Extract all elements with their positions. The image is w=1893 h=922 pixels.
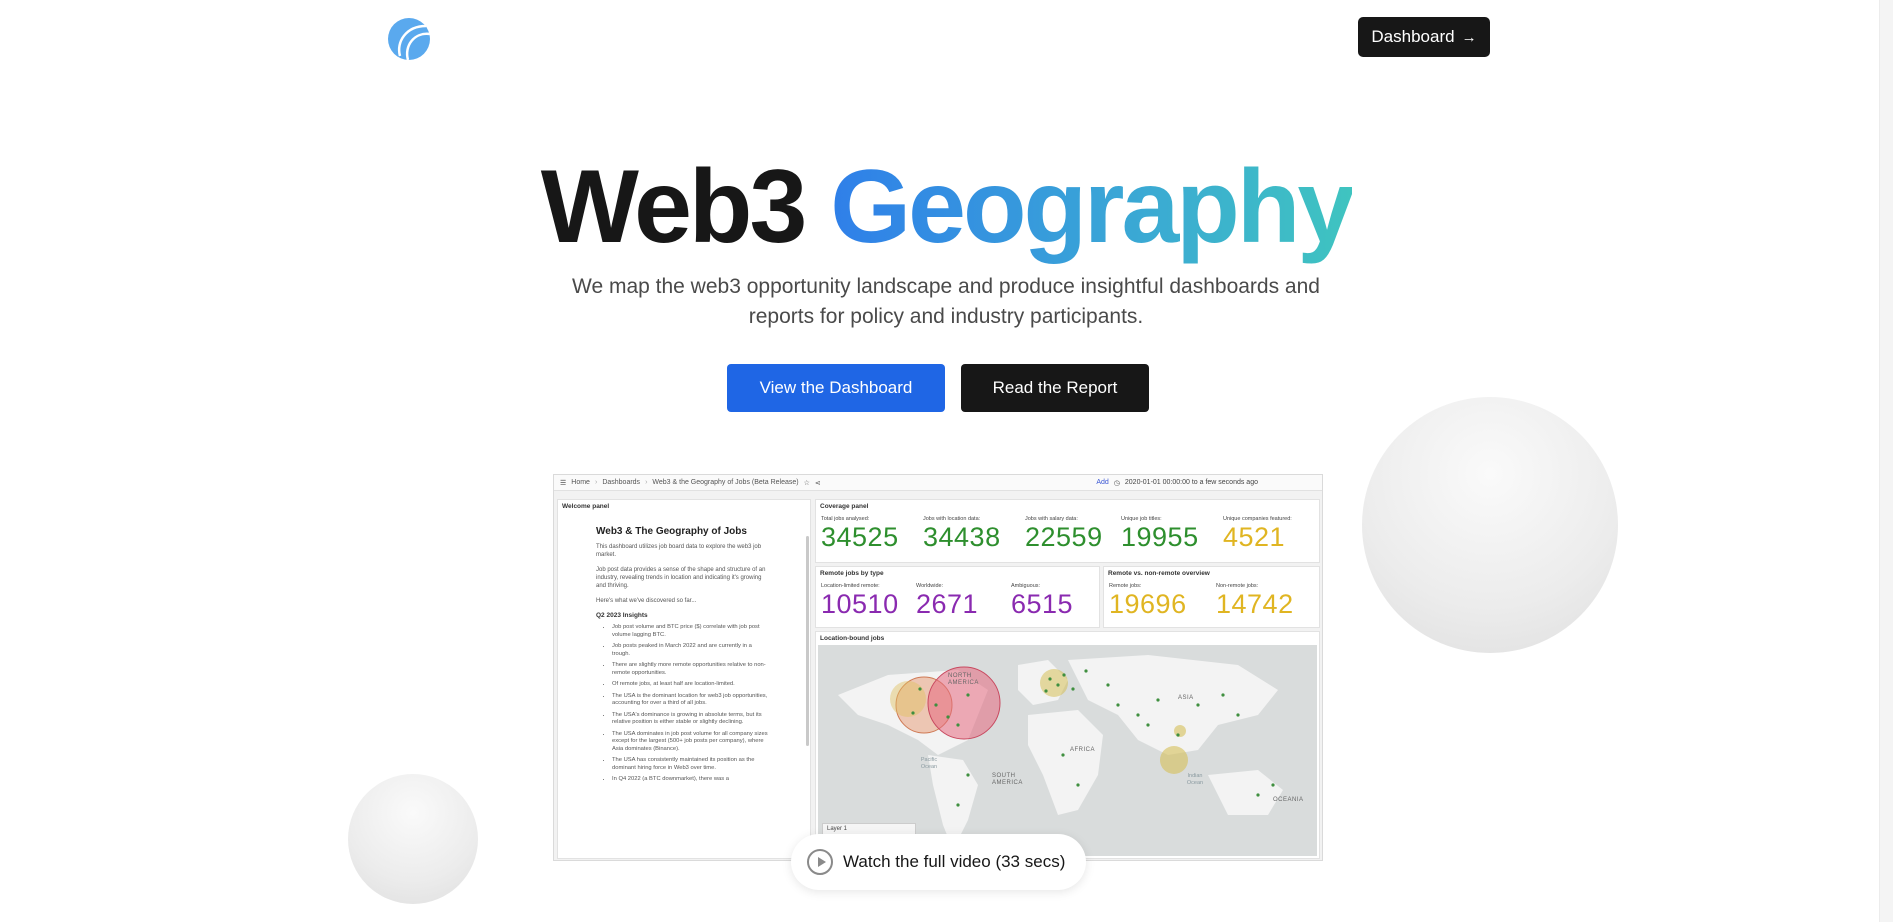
add-label: Add xyxy=(1096,479,1109,486)
map-label-south-america: SOUTH AMERICA xyxy=(992,773,1023,786)
stat-worldwide: Worldwide: 2671 xyxy=(916,583,979,619)
dashboard-preview-image: ☰ Home › Dashboards › Web3 & the Geograp… xyxy=(553,474,1323,861)
breadcrumb-item: Dashboards xyxy=(602,479,641,486)
list-item: Job post volume and BTC price ($) correl… xyxy=(612,624,771,639)
list-item: There are slightly more remote opportuni… xyxy=(612,662,771,677)
share-icon: ⋖ xyxy=(814,479,821,487)
panel-label: Remote vs. non-remote overview xyxy=(1108,570,1210,577)
map-label-indian: Indian Ocean xyxy=(1186,773,1204,786)
insights-heading: Q2 2023 Insights xyxy=(596,612,648,619)
welcome-panel: Welcome panel Web3 & The Geography of Jo… xyxy=(557,499,811,859)
stat-unique-companies: Unique companies featured: 4521 xyxy=(1223,516,1292,552)
title-accent: Geography xyxy=(830,149,1355,265)
map-label-africa: AFRICA xyxy=(1070,747,1096,753)
planet-logo-icon[interactable] xyxy=(386,16,432,62)
welcome-title: Web3 & The Geography of Jobs xyxy=(596,526,747,537)
dashboard-button[interactable]: Dashboard → xyxy=(1358,17,1490,57)
decorative-circle xyxy=(1362,397,1618,653)
stat-total-jobs: Total jobs analysed: 34525 xyxy=(821,516,899,552)
star-icon: ☆ xyxy=(803,479,810,487)
list-item: In Q4 2022 (a BTC downmarket), there was… xyxy=(612,776,771,784)
stat-non-remote: Non-remote jobs: 14742 xyxy=(1216,583,1294,619)
stat-ambiguous: Ambiguous: 6515 xyxy=(1011,583,1074,619)
page-title: Web3 Geography xyxy=(0,155,1893,259)
welcome-text: Job post data provides a sense of the sh… xyxy=(596,567,766,589)
scrollbar[interactable] xyxy=(1879,0,1893,922)
stat-location-limited: Location-limited remote: 10510 xyxy=(821,583,899,619)
panel-label: Remote jobs by type xyxy=(820,570,884,577)
clock-icon: ◷ xyxy=(1113,479,1120,487)
panel-label: Coverage panel xyxy=(820,503,869,510)
list-item: Of remote jobs, at least half are locati… xyxy=(612,681,771,689)
dashboard-button-label: Dashboard xyxy=(1371,27,1455,46)
remote-overview-panel: Remote vs. non-remote overview Remote jo… xyxy=(1103,566,1320,628)
list-item: The USA is the dominant location for web… xyxy=(612,693,771,708)
dashboard-toolbar: ☰ Home › Dashboards › Web3 & the Geograp… xyxy=(554,475,1322,491)
panel-scrollbar xyxy=(806,536,809,746)
stat-salary-jobs: Jobs with salary data: 22559 xyxy=(1025,516,1103,552)
location-panel: Location-bound jobs NORTH AMERICA ASIA A… xyxy=(815,631,1320,859)
time-range: 2020-01-01 00:00:00 to a few seconds ago xyxy=(1124,479,1258,486)
map-label-pacific: Pacific Ocean xyxy=(920,757,938,770)
stat-remote: Remote jobs: 19696 xyxy=(1109,583,1187,619)
menu-icon: ☰ xyxy=(560,479,567,487)
play-circle-icon xyxy=(807,849,833,875)
map-label-oceania: OCEANIA xyxy=(1273,797,1304,803)
watch-video-label: Watch the full video (33 secs) xyxy=(843,852,1066,871)
remote-jobs-panel: Remote jobs by type Location-limited rem… xyxy=(815,566,1100,628)
watch-video-button[interactable]: Watch the full video (33 secs) xyxy=(791,834,1086,890)
map-label-asia: ASIA xyxy=(1178,695,1194,701)
welcome-text: This dashboard utilizes job board data t… xyxy=(596,544,762,558)
panel-label: Location-bound jobs xyxy=(820,635,885,642)
panel-label: Welcome panel xyxy=(562,503,610,510)
insights-list: Job post volume and BTC price ($) correl… xyxy=(596,624,771,784)
stat-location-jobs: Jobs with location data: 34438 xyxy=(923,516,1001,552)
map-label-north-america: NORTH AMERICA xyxy=(948,673,979,686)
breadcrumb-item: Home xyxy=(571,479,590,486)
coverage-panel: Coverage panel Total jobs analysed: 3452… xyxy=(815,499,1320,563)
list-item: The USA has consistently maintained its … xyxy=(612,757,771,772)
decorative-circle xyxy=(348,774,478,904)
list-item: Job posts peaked in March 2022 and are c… xyxy=(612,643,771,658)
title-plain: Web3 xyxy=(540,149,807,265)
hero-subtitle: We map the web3 opportunity landscape an… xyxy=(572,275,1320,328)
list-item: The USA's dominance is growing in absolu… xyxy=(612,712,771,727)
welcome-text: Here's what we've discovered so far... xyxy=(596,598,697,604)
arrow-right-icon: → xyxy=(1461,28,1477,46)
view-dashboard-button[interactable]: View the Dashboard xyxy=(727,364,945,412)
stat-unique-titles: Unique job titles: 19955 xyxy=(1121,516,1199,552)
list-item: The USA dominates in job post volume for… xyxy=(612,731,771,754)
read-report-button[interactable]: Read the Report xyxy=(961,364,1149,412)
world-map: NORTH AMERICA ASIA AFRICA SOUTH AMERICA … xyxy=(818,645,1317,856)
breadcrumb-item: Web3 & the Geography of Jobs (Beta Relea… xyxy=(652,479,799,486)
